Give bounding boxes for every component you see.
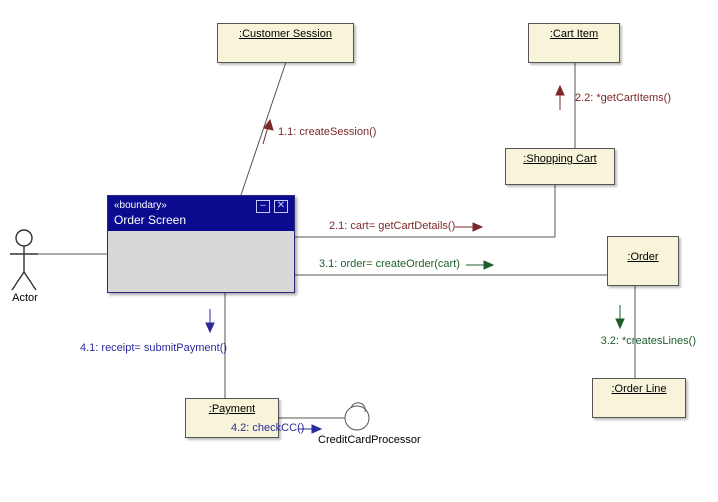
actor-label: Actor xyxy=(8,292,42,304)
msg-3-1: 3.1: order= createOrder(cart) xyxy=(319,258,460,270)
object-cart-item-title: :Cart Item xyxy=(529,24,619,44)
msg-4-2: 4.2: checkCC() xyxy=(231,422,304,434)
msg-1-1: 1.1: createSession() xyxy=(278,126,376,138)
object-order[interactable]: :Order xyxy=(607,236,679,286)
actor-figure xyxy=(10,230,38,290)
object-payment-title: :Payment xyxy=(186,399,278,419)
minimize-icon[interactable]: – xyxy=(256,200,270,213)
object-order-line[interactable]: :Order Line xyxy=(592,378,686,418)
msg-4-1: 4.1: receipt= submitPayment() xyxy=(80,342,227,354)
object-order-line-title: :Order Line xyxy=(593,379,685,399)
diagram-canvas: Actor :Customer Session :Cart Item :Shop… xyxy=(0,0,718,502)
boundary-order-screen[interactable]: «boundary» Order Screen – ✕ xyxy=(107,195,295,293)
interface-credit-card-processor: CreditCardProcessor xyxy=(318,434,410,446)
msg-3-2: 3.2: *createsLines() xyxy=(600,335,696,347)
msg-2-2: 2.2: *getCartItems() xyxy=(575,92,671,104)
object-order-title: :Order xyxy=(608,237,678,267)
object-shopping-cart[interactable]: :Shopping Cart xyxy=(505,148,615,185)
object-customer-session[interactable]: :Customer Session xyxy=(217,23,354,63)
msg-2-1: 2.1: cart= getCartDetails() xyxy=(329,220,455,232)
boundary-name: Order Screen xyxy=(114,211,288,227)
object-cart-item[interactable]: :Cart Item xyxy=(528,23,620,63)
object-shopping-cart-title: :Shopping Cart xyxy=(506,149,614,169)
object-customer-session-title: :Customer Session xyxy=(218,24,353,44)
close-icon[interactable]: ✕ xyxy=(274,200,288,213)
